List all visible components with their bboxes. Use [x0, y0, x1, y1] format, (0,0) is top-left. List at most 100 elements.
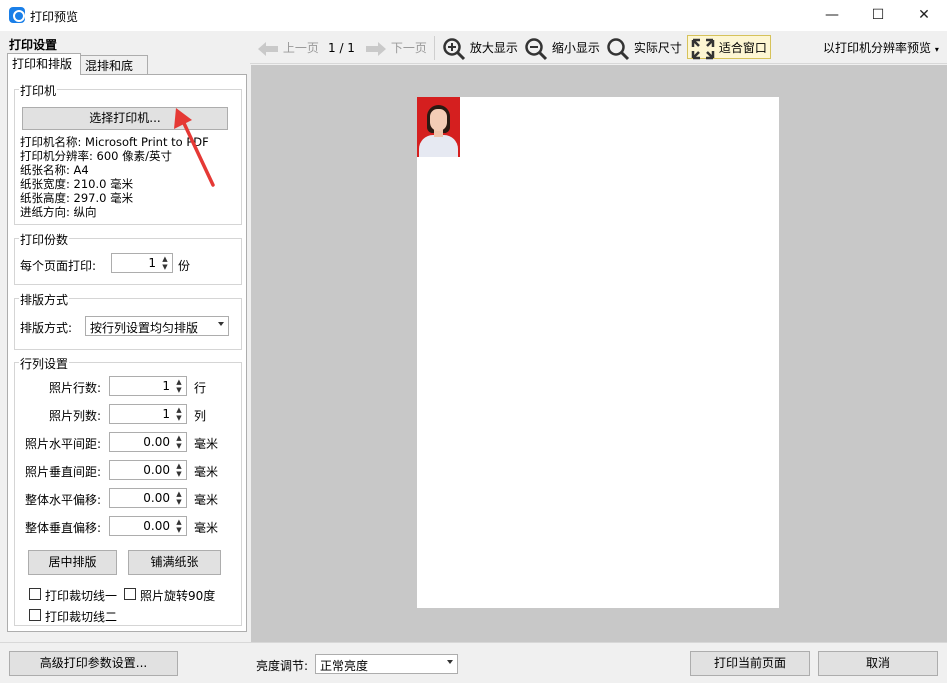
v-spacing-value: 0.00 [143, 463, 170, 477]
fit-window-button[interactable]: 适合窗口 [687, 35, 771, 59]
maximize-icon: ☐ [871, 7, 885, 23]
dropdown-arrow-icon: ▾ [934, 45, 939, 54]
v-offset-value: 0.00 [143, 519, 170, 533]
layout-group: 排版方式 排版方式: 按行列设置均匀排版 [14, 291, 242, 350]
crop-line-1-checkbox[interactable] [29, 588, 41, 600]
h-spacing-value: 0.00 [143, 435, 170, 449]
paper-width: 纸张宽度: 210.0 毫米 [20, 177, 134, 191]
spin-arrows-icon[interactable]: ▲ ▼ [174, 406, 184, 422]
cols-stepper[interactable]: 1 ▲ ▼ [109, 404, 187, 424]
zoom-in-icon [443, 37, 466, 60]
next-page-label: 下一页 [390, 41, 427, 55]
center-layout-button[interactable]: 居中排版 [28, 550, 117, 575]
title-bar: 打印预览 — ☐ ✕ [0, 0, 947, 31]
fill-paper-button[interactable]: 铺满纸张 [128, 550, 221, 575]
minimize-button[interactable]: — [809, 0, 855, 31]
layout-select[interactable]: 按行列设置均匀排版 [85, 316, 229, 336]
preview-page [417, 97, 779, 608]
actual-size-label: 实际尺寸 [633, 41, 682, 55]
v-offset-stepper[interactable]: 0.00 ▲ ▼ [109, 516, 187, 536]
spin-arrows-icon[interactable]: ▲ ▼ [174, 434, 184, 450]
h-offset-unit: 毫米 [194, 493, 219, 507]
rows-value: 1 [162, 379, 170, 393]
copies-stepper[interactable]: 1 ▲ ▼ [111, 253, 173, 273]
tab-print-layout[interactable]: 打印和排版 [7, 53, 81, 75]
zoom-out-label: 缩小显示 [551, 41, 600, 55]
tab-mix-base[interactable]: 混排和底版 [80, 55, 148, 93]
close-button[interactable]: ✕ [901, 0, 947, 31]
arrow-left-icon [258, 41, 278, 56]
h-spacing-label: 照片水平间距: [24, 437, 101, 451]
paper-orientation: 进纸方向: 纵向 [20, 205, 97, 219]
window-title: 打印预览 [30, 10, 79, 24]
toolbar-divider [434, 36, 435, 60]
rows-label: 照片行数: [48, 381, 101, 395]
rotate-90-checkbox[interactable] [124, 588, 136, 600]
bottom-bar: 高级打印参数设置... 亮度调节: 正常亮度 打印当前页面 取消 [0, 642, 947, 683]
copies-value: 1 [148, 256, 156, 270]
spin-arrows-icon[interactable]: ▲ ▼ [160, 255, 170, 271]
actual-size-button[interactable]: 实际尺寸 [606, 36, 682, 60]
zoom-out-button[interactable]: 缩小显示 [524, 36, 600, 60]
next-page-button[interactable]: 下一页 [365, 36, 427, 60]
minimize-icon: — [825, 7, 839, 23]
maximize-button[interactable]: ☐ [855, 0, 901, 31]
layout-label: 排版方式: [20, 321, 73, 335]
advanced-settings-button[interactable]: 高级打印参数设置... [9, 651, 178, 676]
crop-line-1-label: 打印裁切线一 [45, 589, 118, 603]
h-offset-stepper[interactable]: 0.00 ▲ ▼ [109, 488, 187, 508]
h-offset-label: 整体水平偏移: [24, 493, 101, 507]
rows-unit: 行 [194, 381, 207, 395]
copies-group-title: 打印份数 [19, 231, 70, 248]
preview-mode-label: 以打印机分辨率预览 [823, 41, 932, 55]
v-spacing-stepper[interactable]: 0.00 ▲ ▼ [109, 460, 187, 480]
prev-page-button[interactable]: 上一页 [257, 36, 319, 60]
preview-area [251, 65, 947, 642]
fit-window-label: 适合窗口 [718, 41, 767, 55]
chevron-down-icon [447, 660, 453, 664]
v-offset-label: 整体垂直偏移: [24, 521, 101, 535]
paper-height: 纸张高度: 297.0 毫米 [20, 191, 134, 205]
h-spacing-stepper[interactable]: 0.00 ▲ ▼ [109, 432, 187, 452]
id-photo [417, 97, 460, 157]
crop-line-2-label: 打印裁切线二 [45, 610, 118, 624]
cols-value: 1 [162, 407, 170, 421]
cancel-button[interactable]: 取消 [818, 651, 938, 676]
copies-label: 每个页面打印: [20, 259, 97, 273]
grid-group: 行列设置 照片行数: 1 ▲ ▼ 行 照片列数: 1 ▲ ▼ 列 照片水平间距: 0… [14, 355, 242, 626]
rows-stepper[interactable]: 1 ▲ ▼ [109, 376, 187, 396]
close-icon: ✕ [918, 7, 930, 23]
preview-mode-dropdown[interactable]: 以打印机分辨率预览 ▾ [823, 36, 939, 60]
v-spacing-label: 照片垂直间距: [24, 465, 101, 479]
grid-group-title: 行列设置 [19, 355, 70, 372]
zoom-out-icon [525, 37, 548, 60]
arrow-right-icon [366, 41, 386, 56]
zoom-in-button[interactable]: 放大显示 [442, 36, 518, 60]
app-icon [9, 7, 25, 23]
fit-window-icon [691, 38, 715, 59]
print-current-page-button[interactable]: 打印当前页面 [690, 651, 810, 676]
spin-arrows-icon[interactable]: ▲ ▼ [174, 490, 184, 506]
chevron-down-icon [218, 322, 224, 326]
paper-name: 纸张名称: A4 [20, 163, 89, 177]
rotate-90-label: 照片旋转90度 [140, 589, 216, 603]
prev-page-label: 上一页 [282, 41, 319, 55]
h-offset-value: 0.00 [143, 491, 170, 505]
zoom-in-label: 放大显示 [469, 41, 518, 55]
cols-label: 照片列数: [48, 409, 101, 423]
v-spacing-unit: 毫米 [194, 465, 219, 479]
photo-body [419, 135, 458, 157]
photo-face [430, 109, 447, 131]
copies-unit: 份 [178, 259, 191, 273]
spin-arrows-icon[interactable]: ▲ ▼ [174, 378, 184, 394]
spin-arrows-icon[interactable]: ▲ ▼ [174, 518, 184, 534]
printer-group-title: 打印机 [19, 82, 58, 99]
brightness-label: 亮度调节: [256, 659, 309, 673]
crop-line-2-checkbox[interactable] [29, 609, 41, 621]
brightness-select[interactable]: 正常亮度 [315, 654, 458, 674]
spin-arrows-icon[interactable]: ▲ ▼ [174, 462, 184, 478]
brightness-value: 正常亮度 [320, 659, 369, 673]
magnifier-icon [607, 37, 630, 60]
v-offset-unit: 毫米 [194, 521, 219, 535]
layout-group-title: 排版方式 [19, 291, 70, 308]
